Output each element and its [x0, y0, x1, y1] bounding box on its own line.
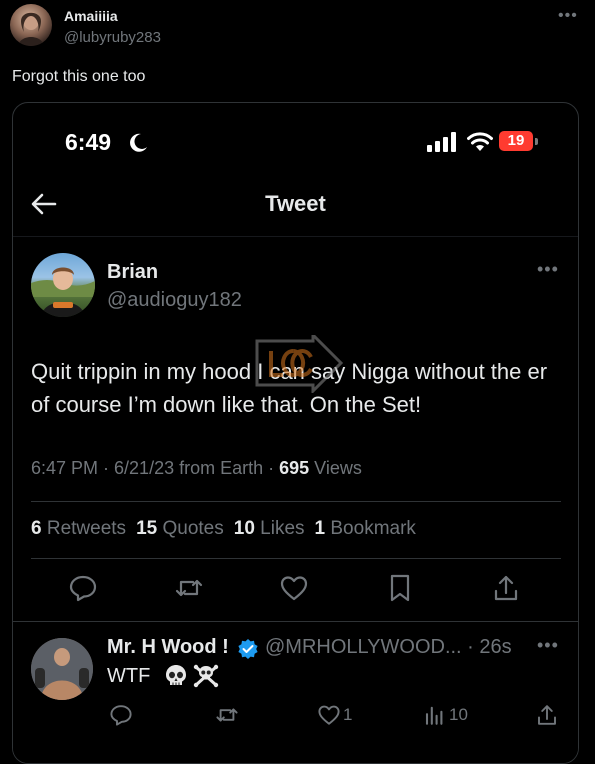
reply-author-handle[interactable]: @MRHOLLYWOOD... · 26s	[265, 636, 512, 659]
outer-author-name[interactable]: Amaiiiia	[64, 8, 118, 24]
reply-views-count: 10	[449, 705, 468, 724]
retweets-count: 6	[31, 518, 42, 539]
tweet-detail-area	[13, 236, 578, 763]
reply-like-count: 1	[343, 705, 353, 724]
reply-icon	[110, 705, 132, 726]
tweet-stats: 6 Retweets 15 Quotes 10 Likes 1 Bookmark	[31, 518, 416, 540]
avatar-image	[31, 267, 95, 317]
share-icon[interactable]	[491, 573, 521, 603]
retweets-label: Retweets	[41, 518, 127, 539]
moon-icon	[130, 133, 147, 152]
outer-author-handle[interactable]: @lubyruby283	[64, 29, 161, 46]
more-horizontal-icon[interactable]: •••	[558, 7, 578, 25]
reply-text: WTF	[107, 665, 151, 687]
tweet-author-name[interactable]: Brian	[107, 261, 158, 284]
skull-emoji-icon	[166, 665, 186, 685]
reply-icon[interactable]	[68, 573, 98, 603]
like-icon	[318, 705, 340, 725]
likes-count: 10	[233, 518, 255, 539]
like-action[interactable]: 1	[317, 703, 377, 727]
avatar[interactable]	[31, 253, 95, 317]
tweet-views-label: Views	[309, 458, 362, 478]
divider	[31, 501, 561, 502]
signal-bars-icon	[427, 132, 456, 152]
avatar[interactable]	[31, 638, 93, 700]
tweet-meta: 6:47 PM · 6/21/23 from Earth · 695 Views	[31, 458, 362, 479]
reply-handle-text: @MRHOLLYWOOD...	[265, 636, 462, 658]
avatar[interactable]	[10, 4, 52, 46]
more-horizontal-icon[interactable]: •••	[537, 635, 559, 656]
share-icon	[538, 705, 556, 725]
divider	[13, 621, 578, 622]
retweet-action[interactable]	[215, 703, 239, 727]
avatar-image	[18, 12, 44, 46]
more-horizontal-icon[interactable]: •••	[537, 259, 559, 280]
views-icon	[425, 706, 443, 725]
tweet-views-count[interactable]: 695	[279, 458, 309, 478]
bookmark-icon[interactable]	[385, 573, 415, 603]
outer-post-text: Forgot this one too	[12, 68, 146, 85]
bookmarks-count: 1	[314, 518, 326, 539]
reply-action[interactable]	[109, 703, 133, 727]
reply-timestamp[interactable]: 26s	[479, 636, 511, 658]
reply-author-name[interactable]: Mr. H Wood !	[107, 636, 229, 659]
likes-stat[interactable]: 10 Likes	[234, 518, 305, 539]
skull-crossbones-emoji-icon	[193, 664, 219, 688]
retweets-stat[interactable]: 6 Retweets	[31, 518, 126, 539]
bookmarks-stat[interactable]: 1 Bookmark	[315, 518, 416, 539]
battery-tip	[535, 138, 538, 145]
outer-post-header: Amaiiiia @lubyruby283 •••	[0, 0, 595, 60]
avatar-image	[31, 638, 93, 700]
bookmarks-label: Bookmark	[325, 518, 416, 539]
wifi-icon	[467, 132, 493, 151]
reply-time-separator: ·	[461, 636, 480, 658]
page-title: Tweet	[265, 191, 326, 216]
tweet-timestamp: 6:47 PM · 6/21/23 from Earth ·	[31, 458, 280, 478]
like-icon[interactable]	[279, 573, 309, 603]
status-time: 6:49	[65, 129, 112, 155]
watermark-logo-icon	[255, 335, 343, 393]
verified-badge-icon	[238, 639, 258, 659]
divider	[31, 558, 561, 559]
quotes-count: 15	[136, 518, 158, 539]
embedded-screenshot[interactable]: 6:49 19 Tweet Brian @audioguy182 ••• Qui…	[12, 102, 579, 764]
tweet-author-handle[interactable]: @audioguy182	[107, 289, 242, 312]
retweet-icon[interactable]	[174, 573, 204, 603]
likes-label: Likes	[254, 518, 305, 539]
battery-indicator: 19	[499, 131, 533, 151]
quotes-stat[interactable]: 15 Quotes	[136, 518, 224, 539]
quotes-label: Quotes	[157, 518, 224, 539]
retweet-icon	[216, 708, 238, 722]
views-action[interactable]: 10	[423, 703, 493, 727]
share-action[interactable]	[535, 703, 559, 727]
